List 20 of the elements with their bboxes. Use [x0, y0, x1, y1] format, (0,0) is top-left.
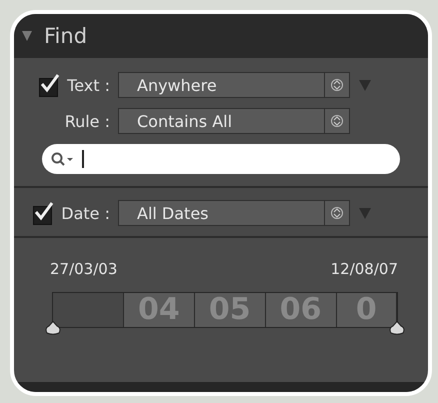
field-label: Text : [67, 76, 110, 94]
panel-title: Find [44, 24, 88, 48]
field-label: Date : [61, 204, 110, 222]
disclosure-triangle-icon[interactable] [22, 30, 32, 42]
search-field[interactable] [42, 144, 400, 174]
stepper-icon [331, 205, 343, 221]
dropdown[interactable]: Contains All [118, 108, 350, 134]
start-date: 27/03/03 [50, 260, 118, 278]
checkbox[interactable] [33, 201, 56, 225]
range-handle[interactable] [388, 321, 406, 335]
stepper-icon [331, 113, 343, 129]
text-cursor [82, 150, 84, 168]
search-icon[interactable] [51, 152, 75, 166]
dropdown[interactable]: Anywhere [118, 72, 350, 98]
end-date: 12/08/07 [330, 260, 398, 278]
checkbox[interactable] [39, 73, 62, 97]
dropdown[interactable]: All Dates [118, 200, 350, 226]
range-handle[interactable] [44, 321, 62, 335]
stepper-icon [331, 77, 343, 93]
field-label: Rule : [64, 112, 110, 130]
